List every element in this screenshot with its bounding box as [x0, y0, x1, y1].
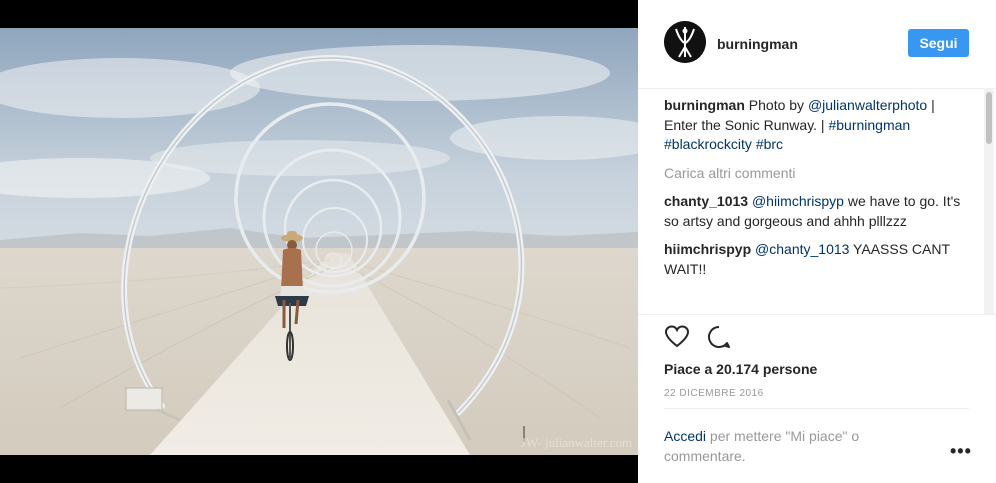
caption-username[interactable]: burningman [664, 97, 745, 113]
load-more-comments[interactable]: Carica altri commenti [664, 164, 969, 184]
post-photo[interactable]: JW- julianwalter.com [0, 28, 638, 455]
comment-mention[interactable]: @hiimchrispyp [752, 193, 844, 209]
likes-count[interactable]: Piace a 20.174 persone [664, 361, 817, 377]
login-link[interactable]: Accedi [664, 428, 706, 444]
hashtag-blackrockcity[interactable]: #blackrockcity [664, 136, 752, 152]
comments-scrollbar[interactable] [984, 88, 994, 314]
photo-area: JW- julianwalter.com [0, 0, 638, 483]
follow-button[interactable]: Segui [908, 29, 969, 57]
caption-text: Photo by [744, 97, 808, 113]
hashtag-burningman[interactable]: #burningman [828, 117, 910, 133]
sonic-runway-photo [0, 28, 638, 455]
comment-username[interactable]: hiimchrispyp [664, 241, 751, 257]
post-side-panel: burningman Segui burningman Photo by @ju… [638, 0, 996, 483]
avatar[interactable] [664, 21, 706, 63]
post-date[interactable]: 22 DICEMBRE 2016 [664, 388, 764, 399]
caption-mention[interactable]: @julianwalterphoto [808, 97, 927, 113]
caption: burningman Photo by @julianwalterphoto |… [664, 96, 969, 155]
comment-bubble-icon[interactable] [706, 324, 732, 350]
comment-mention[interactable]: @chanty_1013 [755, 241, 849, 257]
photo-watermark: JW- julianwalter.com [520, 435, 632, 450]
more-options-icon[interactable]: ••• [950, 441, 972, 462]
login-divider [664, 408, 969, 409]
list-item: chanty_1013 @hiimchrispyp we have to go.… [664, 192, 969, 231]
burning-man-logo-icon [664, 21, 706, 63]
comment-username[interactable]: chanty_1013 [664, 193, 748, 209]
post-header: burningman Segui [638, 0, 996, 89]
list-item: hiimchrispyp @chanty_1013 YAASSS CANT WA… [664, 240, 969, 279]
actions-divider [638, 314, 996, 316]
hashtag-brc[interactable]: #brc [756, 136, 783, 152]
header-username[interactable]: burningman [717, 36, 798, 52]
scrollbar-thumb[interactable] [986, 92, 992, 144]
heart-icon[interactable] [664, 324, 690, 350]
comments-list[interactable]: burningman Photo by @julianwalterphoto |… [664, 96, 969, 314]
login-prompt: Accedi per mettere "Mi piace" o commenta… [664, 427, 914, 466]
